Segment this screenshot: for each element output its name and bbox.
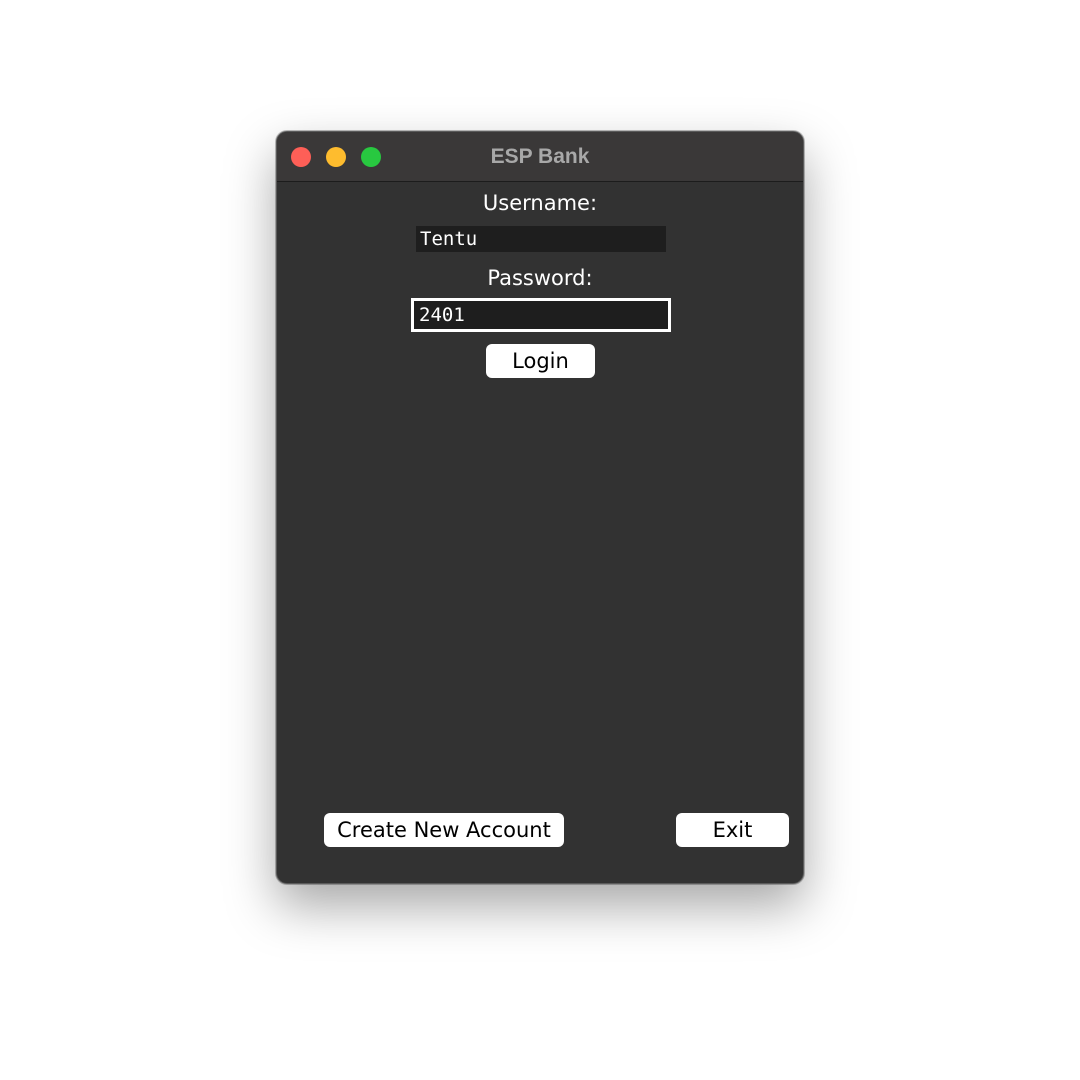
password-label: Password:	[487, 266, 593, 290]
exit-button[interactable]: Exit	[676, 813, 789, 847]
username-label: Username:	[482, 191, 598, 215]
password-field[interactable]: 2401	[411, 298, 671, 332]
create-account-button[interactable]: Create New Account	[324, 813, 564, 847]
window-title: ESP Bank	[490, 145, 590, 168]
login-button[interactable]: Login	[486, 344, 595, 378]
title-bar[interactable]: ESP Bank	[277, 132, 803, 182]
username-field[interactable]: Tentu	[416, 226, 666, 252]
app-window: ESP Bank Username: Tentu Password: 2401 …	[276, 131, 804, 884]
